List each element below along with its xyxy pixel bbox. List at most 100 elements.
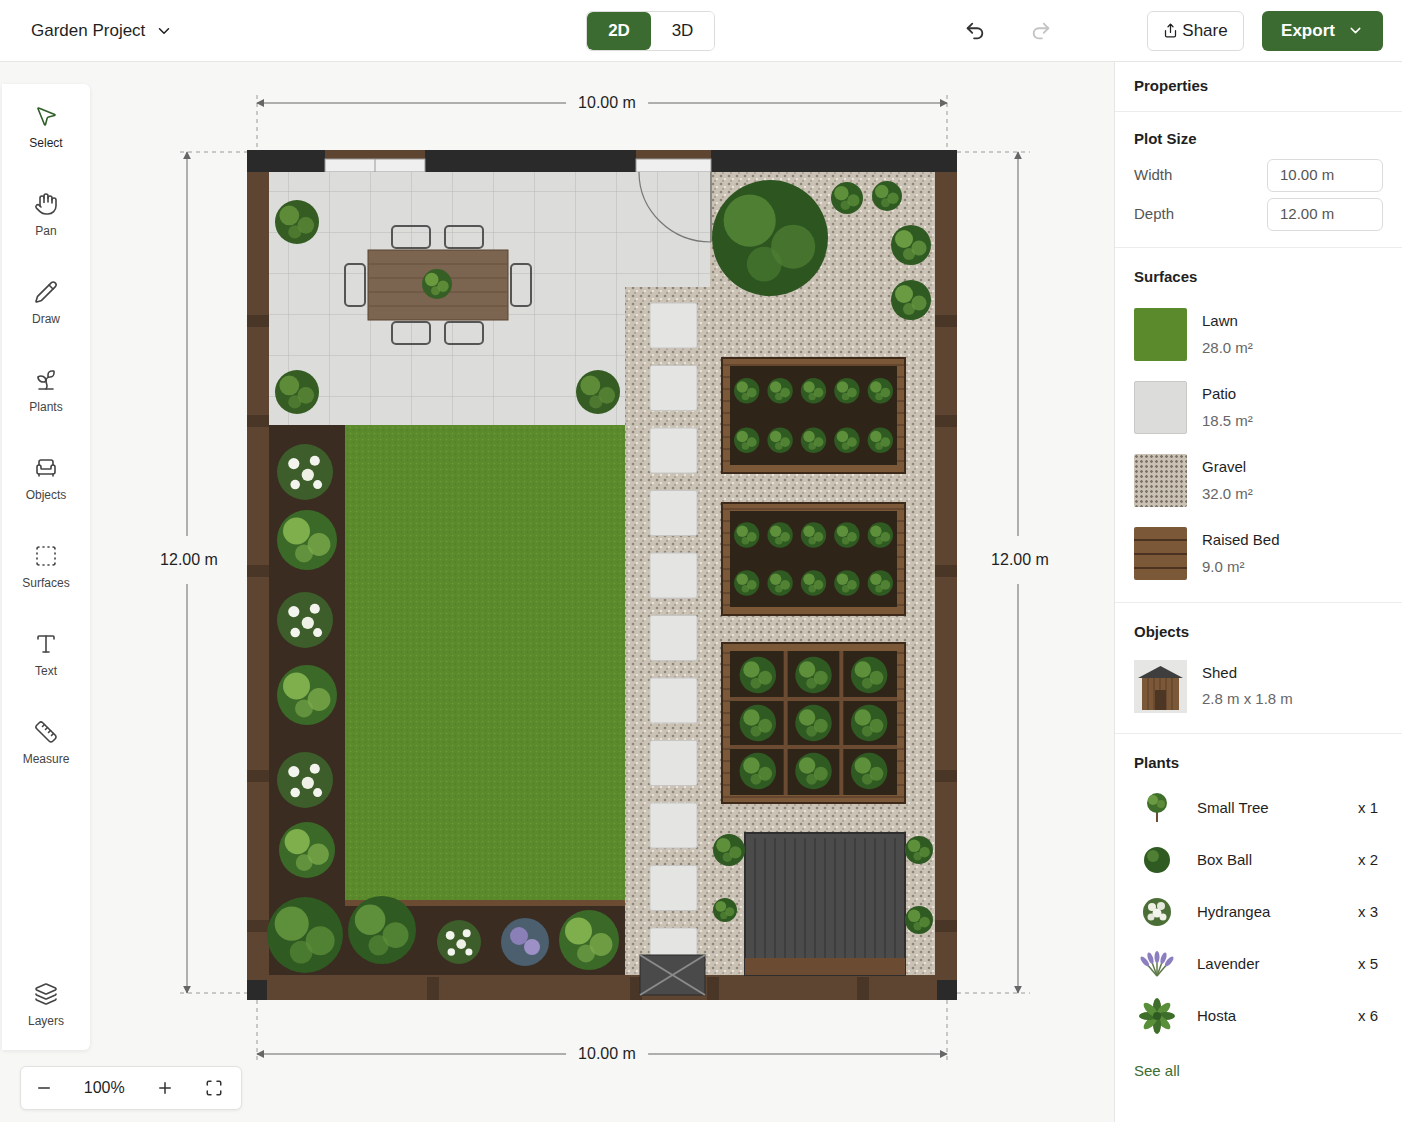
- garden-plan[interactable]: [247, 150, 957, 1000]
- plan-plant[interactable]: [905, 906, 933, 934]
- plan-plant[interactable]: [834, 378, 859, 403]
- box-ball[interactable]: [275, 200, 319, 244]
- undo-button[interactable]: [964, 20, 986, 42]
- surface-item[interactable]: Patio18.5 m²: [1134, 381, 1383, 434]
- plan-plant[interactable]: [767, 428, 792, 453]
- stepping-stone[interactable]: [650, 303, 697, 348]
- stepping-stone[interactable]: [650, 491, 697, 536]
- plan-plant[interactable]: [279, 822, 335, 878]
- fit-screen-button[interactable]: [187, 1067, 241, 1109]
- stepping-stone[interactable]: [650, 678, 697, 723]
- plan-plant[interactable]: [740, 753, 776, 789]
- plan-plant[interactable]: [767, 378, 792, 403]
- stepping-stone[interactable]: [650, 803, 697, 848]
- plan-plant[interactable]: [795, 753, 831, 789]
- shed[interactable]: [745, 833, 905, 975]
- surface-item[interactable]: Gravel32.0 m²: [1134, 454, 1383, 507]
- stepping-stone[interactable]: [650, 366, 697, 411]
- plan-plant[interactable]: [868, 522, 893, 547]
- plan-plant[interactable]: [734, 378, 759, 403]
- share-button[interactable]: Share: [1147, 11, 1244, 51]
- plan-plant[interactable]: [834, 570, 859, 595]
- export-button[interactable]: Export: [1262, 11, 1383, 51]
- surface-item[interactable]: Lawn28.0 m²: [1134, 308, 1383, 361]
- tool-button[interactable]: Surfaces: [2, 524, 90, 612]
- plan-plant[interactable]: [713, 898, 737, 922]
- plant-row[interactable]: Lavenderx 5: [1134, 938, 1383, 990]
- plan-plant[interactable]: [868, 378, 893, 403]
- object-item[interactable]: Shed2.8 m x 1.8 m: [1134, 660, 1383, 713]
- layers-button[interactable]: Layers: [2, 962, 90, 1050]
- plan-plant[interactable]: [734, 428, 759, 453]
- plan-plant[interactable]: [267, 897, 343, 973]
- plan-plant[interactable]: [740, 657, 776, 693]
- planting-bed[interactable]: [269, 425, 345, 975]
- canvas[interactable]: 10.00 m10.00 m12.00 m12.00 m: [90, 62, 1114, 1122]
- gate[interactable]: [640, 955, 705, 995]
- zoom-out-button[interactable]: [21, 1067, 67, 1109]
- plan-plant[interactable]: [559, 910, 619, 970]
- redo-button[interactable]: [1030, 20, 1052, 42]
- size-input[interactable]: 10.00 m: [1267, 159, 1383, 192]
- plan-plant[interactable]: [905, 836, 933, 864]
- plan-plant[interactable]: [891, 280, 931, 320]
- box-ball[interactable]: [576, 370, 620, 414]
- plan-plant[interactable]: [767, 570, 792, 595]
- stepping-stone[interactable]: [650, 428, 697, 473]
- plan-plant[interactable]: [734, 570, 759, 595]
- plan-flower[interactable]: [437, 920, 481, 964]
- plan-plant[interactable]: [713, 834, 745, 866]
- plan-plant[interactable]: [767, 522, 792, 547]
- zoom-in-button[interactable]: [142, 1067, 188, 1109]
- tool-button[interactable]: Plants: [2, 348, 90, 436]
- plan-plant[interactable]: [801, 522, 826, 547]
- plan-plant[interactable]: [834, 522, 859, 547]
- project-menu[interactable]: Garden Project: [31, 18, 173, 44]
- stepping-stone[interactable]: [650, 866, 697, 911]
- see-all-link[interactable]: See all: [1134, 1060, 1180, 1083]
- plan-flower[interactable]: [277, 752, 333, 808]
- box-ball[interactable]: [275, 370, 319, 414]
- small-tree[interactable]: [712, 180, 828, 296]
- plan-plant[interactable]: [277, 510, 337, 570]
- plan-plant[interactable]: [740, 705, 776, 741]
- plan-plant[interactable]: [891, 225, 931, 265]
- plant-row[interactable]: Hostax 6: [1134, 990, 1383, 1042]
- tool-button[interactable]: Text: [2, 612, 90, 700]
- plan-plant[interactable]: [801, 378, 826, 403]
- plan-plant[interactable]: [795, 705, 831, 741]
- view-mode-button[interactable]: 2D: [587, 12, 651, 50]
- tool-button[interactable]: Select: [2, 84, 90, 172]
- plan-plant[interactable]: [801, 428, 826, 453]
- tool-button[interactable]: Objects: [2, 436, 90, 524]
- tool-button[interactable]: Draw: [2, 260, 90, 348]
- stepping-stone[interactable]: [650, 616, 697, 661]
- surface-item[interactable]: Raised Bed9.0 m²: [1134, 527, 1383, 580]
- stepping-stone[interactable]: [650, 741, 697, 786]
- plan-plant[interactable]: [348, 896, 416, 964]
- plan-flower[interactable]: [277, 592, 333, 648]
- plan-plant[interactable]: [422, 269, 452, 299]
- patio-table[interactable]: [345, 226, 531, 344]
- plan-plant[interactable]: [851, 657, 887, 693]
- plant-row[interactable]: Hydrangeax 3: [1134, 886, 1383, 938]
- plan-plant[interactable]: [872, 181, 902, 211]
- plan-plant[interactable]: [831, 182, 863, 214]
- plan-lavender[interactable]: [501, 918, 549, 966]
- plan-plant[interactable]: [277, 665, 337, 725]
- plan-plant[interactable]: [851, 705, 887, 741]
- plan-plant[interactable]: [868, 428, 893, 453]
- tool-button[interactable]: Measure: [2, 700, 90, 788]
- plan-plant[interactable]: [851, 753, 887, 789]
- raised-bed[interactable]: [722, 358, 905, 473]
- size-input[interactable]: 12.00 m: [1267, 198, 1383, 231]
- plan-plant[interactable]: [834, 428, 859, 453]
- plant-row[interactable]: Box Ballx 2: [1134, 834, 1383, 886]
- stepping-stone[interactable]: [650, 553, 697, 598]
- plant-row[interactable]: Small Treex 1: [1134, 782, 1383, 834]
- plan-plant[interactable]: [734, 522, 759, 547]
- view-mode-button[interactable]: 3D: [651, 12, 714, 50]
- plan-plant[interactable]: [795, 657, 831, 693]
- tool-button[interactable]: Pan: [2, 172, 90, 260]
- raised-bed[interactable]: [722, 503, 905, 615]
